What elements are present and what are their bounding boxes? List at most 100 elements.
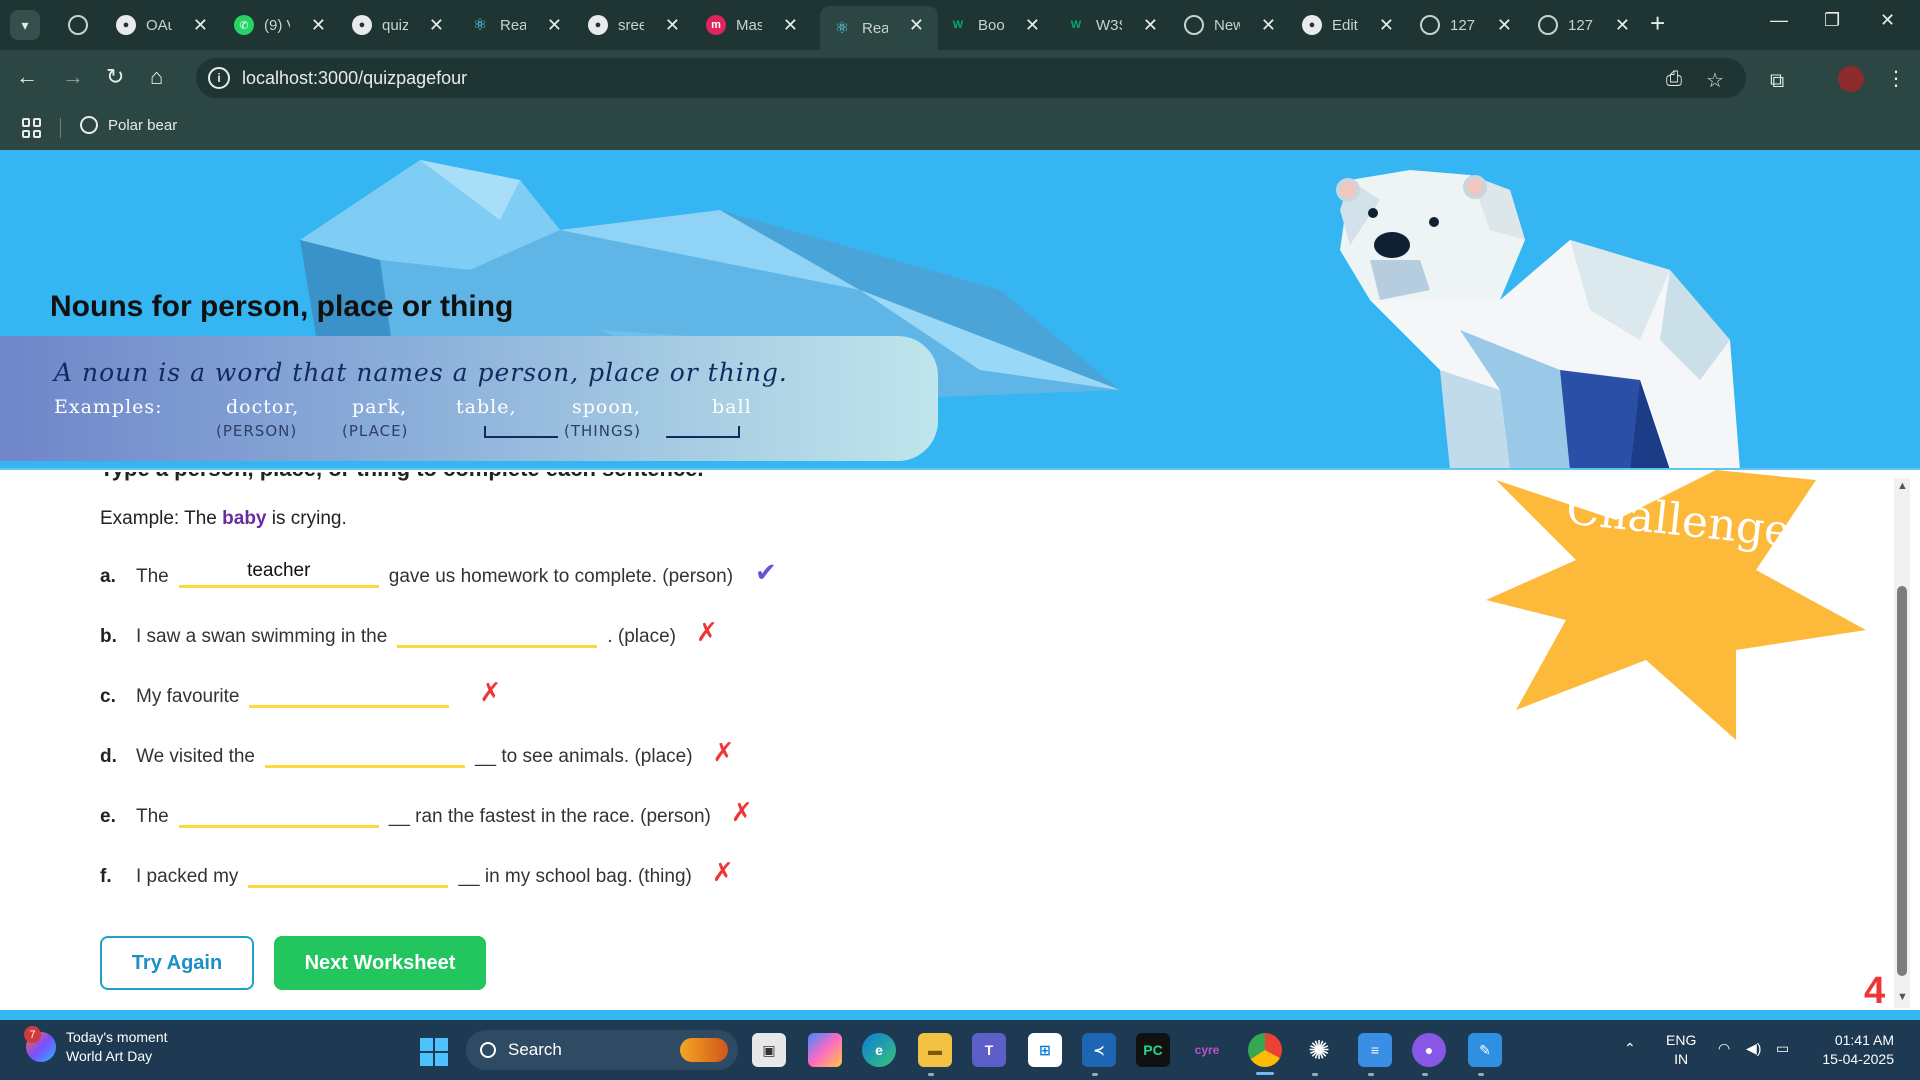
tab-6[interactable]: m Mas ✕ bbox=[694, 6, 812, 44]
question-text-before: We visited the bbox=[136, 746, 255, 767]
extensions-icon[interactable]: ⧉ bbox=[1770, 70, 1784, 93]
file-explorer-icon[interactable]: ▬ bbox=[918, 1033, 952, 1067]
language-indicator[interactable]: ENG IN bbox=[1666, 1031, 1696, 1069]
window-close-icon[interactable]: ✕ bbox=[1880, 10, 1895, 31]
task-view-icon[interactable]: ▣ bbox=[752, 1033, 786, 1067]
header-banner: Nouns for person, place or thing A noun … bbox=[0, 150, 1920, 470]
todays-moment-widget[interactable]: 7 Today's moment World Art Day bbox=[24, 1026, 168, 1066]
close-icon[interactable]: ✕ bbox=[1025, 15, 1040, 36]
wifi-icon[interactable]: ◠ bbox=[1718, 1040, 1730, 1057]
tab-9[interactable]: W W3S ✕ bbox=[1054, 6, 1172, 44]
close-icon[interactable]: ✕ bbox=[1379, 15, 1394, 36]
scroll-up-arrow-icon[interactable]: ▲ bbox=[1897, 480, 1908, 492]
tab-title: Reac bbox=[862, 19, 888, 37]
answer-input-a[interactable] bbox=[178, 556, 379, 588]
github-desktop-icon[interactable]: ● bbox=[1412, 1033, 1446, 1067]
star-icon[interactable]: ☆ bbox=[1706, 68, 1724, 93]
vscode-icon[interactable]: ≺ bbox=[1082, 1033, 1116, 1067]
answer-input-e[interactable] bbox=[178, 796, 379, 828]
windows-start-icon[interactable] bbox=[420, 1038, 448, 1066]
tab-12[interactable]: 127. ✕ bbox=[1408, 6, 1526, 44]
system-clock[interactable]: 01:41 AM 15-04-2025 bbox=[1814, 1031, 1894, 1069]
close-icon[interactable]: ✕ bbox=[1497, 15, 1512, 36]
close-icon[interactable]: ✕ bbox=[311, 15, 326, 36]
chrome-icon[interactable] bbox=[1248, 1033, 1282, 1067]
tab-10[interactable]: New ✕ bbox=[1172, 6, 1290, 44]
running-app-indicator bbox=[928, 1073, 934, 1076]
install-app-icon[interactable]: ⎙ bbox=[1666, 68, 1682, 91]
tab-5[interactable]: ● sree ✕ bbox=[576, 6, 694, 44]
answer-input-c[interactable] bbox=[249, 676, 450, 708]
globe-icon bbox=[1420, 15, 1440, 35]
bookmarks-bar: Polar bear bbox=[0, 106, 1920, 150]
menu-icon[interactable]: ⋮ bbox=[1886, 66, 1906, 91]
close-icon[interactable]: ✕ bbox=[193, 15, 208, 36]
question-text-before: My favourite bbox=[136, 686, 240, 707]
tab-7-active[interactable]: ⚛ Reac ✕ bbox=[820, 6, 938, 50]
tab-2[interactable]: ✆ (9) V ✕ bbox=[222, 6, 340, 44]
example-word-highlight: baby bbox=[222, 508, 267, 529]
back-arrow-icon[interactable]: ← bbox=[16, 64, 38, 90]
reload-icon[interactable]: ↻ bbox=[106, 64, 124, 90]
copilot-icon[interactable] bbox=[808, 1033, 842, 1067]
page-scrollbar[interactable]: ▲ ▼ bbox=[1894, 478, 1910, 1008]
restore-icon[interactable]: ❐ bbox=[1824, 10, 1840, 31]
tab-search-button[interactable]: ▾ bbox=[10, 10, 40, 40]
close-icon[interactable]: ✕ bbox=[547, 15, 562, 36]
url-input[interactable] bbox=[242, 67, 1342, 89]
close-icon[interactable]: ✕ bbox=[783, 15, 798, 36]
home-icon[interactable]: ⌂ bbox=[150, 64, 163, 90]
edge-icon[interactable]: e bbox=[862, 1033, 896, 1067]
browser-tab-strip: ▾ ● OAu ✕ ✆ (9) V ✕ ● quiz ✕ ⚛ Reac ✕ ● … bbox=[0, 0, 1920, 50]
bookmark-polar-bear[interactable]: Polar bear bbox=[80, 116, 177, 134]
close-icon[interactable]: ✕ bbox=[1615, 15, 1630, 36]
profile-avatar[interactable] bbox=[1838, 66, 1864, 92]
page-viewport: Nouns for person, place or thing A noun … bbox=[0, 150, 1920, 1020]
teams-icon[interactable]: T bbox=[972, 1033, 1006, 1067]
tab-11[interactable]: ● Editi ✕ bbox=[1290, 6, 1408, 44]
tab-3[interactable]: ● quiz ✕ bbox=[340, 6, 458, 44]
close-icon[interactable]: ✕ bbox=[665, 15, 680, 36]
cursor-app-icon[interactable]: cyre bbox=[1190, 1033, 1224, 1067]
taskbar-search[interactable]: Search bbox=[466, 1030, 738, 1070]
close-icon[interactable]: ✕ bbox=[1261, 15, 1276, 36]
scrollbar-thumb[interactable] bbox=[1897, 586, 1907, 976]
tab-4[interactable]: ⚛ Reac ✕ bbox=[458, 6, 576, 44]
polar-bear-illustration bbox=[1336, 170, 1740, 470]
wrong-cross-icon: ✗ bbox=[711, 857, 734, 887]
bracket-left bbox=[484, 426, 558, 438]
show-hidden-icons-chevron-icon[interactable]: ⌃ bbox=[1624, 1040, 1636, 1057]
question-text-after: __ in my school bag. (thing) bbox=[458, 866, 692, 887]
notepad-icon[interactable]: ≡ bbox=[1358, 1033, 1392, 1067]
close-icon[interactable]: ✕ bbox=[909, 15, 924, 36]
close-icon[interactable]: ✕ bbox=[429, 15, 444, 36]
chatgpt-icon[interactable]: ✺ bbox=[1302, 1033, 1336, 1067]
try-again-button[interactable]: Try Again bbox=[100, 936, 254, 990]
question-letter: d. bbox=[100, 746, 117, 767]
apps-grid-icon[interactable] bbox=[22, 118, 42, 138]
tab-8[interactable]: W Boo ✕ bbox=[936, 6, 1054, 44]
scroll-down-arrow-icon[interactable]: ▼ bbox=[1897, 991, 1908, 1003]
site-info-icon[interactable]: i bbox=[208, 67, 230, 89]
running-app-indicator bbox=[1478, 1073, 1484, 1076]
running-app-indicator bbox=[1312, 1073, 1318, 1076]
minimize-icon[interactable]: — bbox=[1770, 10, 1788, 31]
answer-input-b[interactable] bbox=[397, 616, 598, 648]
tab-1[interactable]: ● OAu ✕ bbox=[104, 6, 222, 44]
address-bar[interactable]: i ⎙ ☆ bbox=[196, 58, 1746, 98]
next-worksheet-button[interactable]: Next Worksheet bbox=[274, 936, 486, 990]
paint-icon[interactable]: ✎ bbox=[1468, 1033, 1502, 1067]
examples-label: Examples: bbox=[54, 396, 163, 418]
tab-13[interactable]: 127. ✕ bbox=[1526, 6, 1644, 44]
close-icon[interactable]: ✕ bbox=[1143, 15, 1158, 36]
pycharm-icon[interactable]: PC bbox=[1136, 1033, 1170, 1067]
worksheet-content: Type a person, place, or thing to comple… bbox=[0, 472, 1900, 1020]
battery-icon[interactable]: ▭ bbox=[1776, 1040, 1789, 1057]
app-icon: m bbox=[706, 15, 726, 35]
answer-input-f[interactable] bbox=[248, 856, 449, 888]
forward-arrow-icon[interactable]: → bbox=[62, 64, 84, 90]
store-icon[interactable]: ⊞ bbox=[1028, 1033, 1062, 1067]
new-tab-button[interactable]: + bbox=[1650, 8, 1665, 39]
answer-input-d[interactable] bbox=[264, 736, 465, 768]
volume-icon[interactable]: ◀) bbox=[1746, 1040, 1761, 1057]
